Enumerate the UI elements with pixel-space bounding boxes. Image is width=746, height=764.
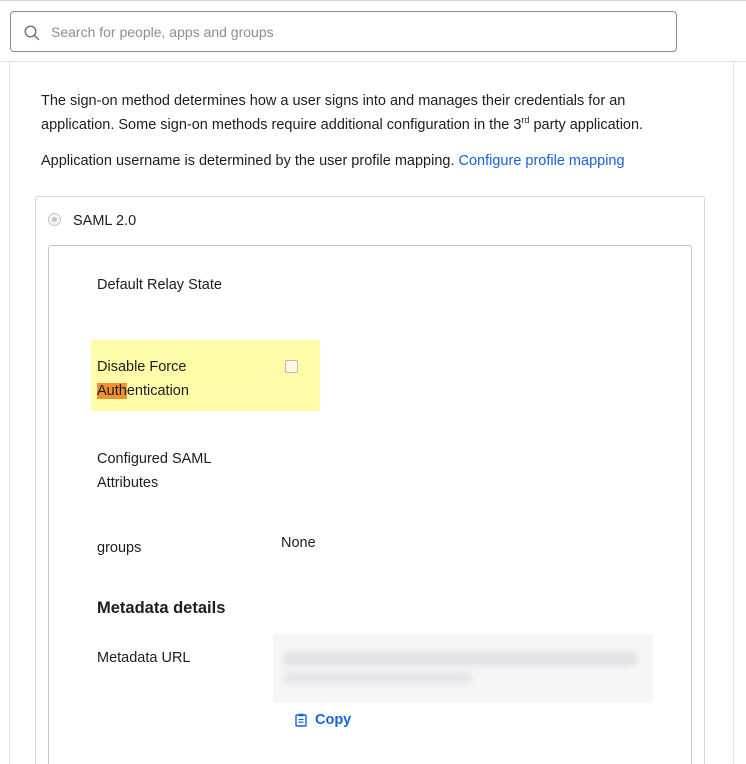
groups-label: groups — [97, 540, 142, 556]
force-auth-line-1: Disable Force — [97, 359, 187, 375]
configure-profile-mapping-link[interactable]: Configure profile mapping — [459, 153, 625, 169]
configured-saml-attributes-label: Configured SAML Attributes — [97, 447, 211, 495]
top-divider — [0, 0, 746, 1]
description-line-2: application. Some sign-on methods requir… — [41, 117, 522, 133]
copy-label: Copy — [315, 712, 352, 728]
saml-attributes-line-2: Attributes — [97, 475, 159, 491]
search-match-highlight: Auth — [97, 383, 127, 399]
force-auth-line-2: entication — [126, 383, 189, 399]
description-line-1: The sign-on method determines how a user… — [41, 93, 626, 109]
copy-metadata-url-button[interactable]: Copy — [295, 708, 351, 732]
disable-force-auth-checkbox[interactable] — [285, 360, 298, 373]
redacted-line-2 — [283, 672, 473, 684]
search-input[interactable] — [51, 12, 651, 51]
disable-force-auth-label: Disable Force Authentication — [97, 355, 189, 403]
redacted-line-1 — [283, 652, 638, 666]
saml-radio[interactable] — [48, 213, 61, 226]
username-mapping-note: Application username is determined by th… — [41, 149, 625, 173]
default-relay-state-label: Default Relay State — [97, 277, 222, 293]
search-icon — [23, 24, 41, 42]
metadata-url-label: Metadata URL — [97, 650, 191, 666]
saml-attributes-line-1: Configured SAML — [97, 451, 212, 467]
search-box[interactable] — [10, 11, 677, 52]
metadata-details-heading: Metadata details — [97, 599, 226, 617]
groups-value: None — [281, 535, 316, 551]
description-line-2-end: party application. — [529, 117, 644, 133]
sign-on-description: The sign-on method determines how a user… — [41, 89, 681, 137]
metadata-url-value-redacted — [273, 634, 653, 703]
top-bar — [0, 0, 746, 62]
saml-radio-label: SAML 2.0 — [73, 213, 137, 229]
clipboard-icon — [295, 713, 307, 727]
mapping-text: Application username is determined by th… — [41, 153, 455, 169]
